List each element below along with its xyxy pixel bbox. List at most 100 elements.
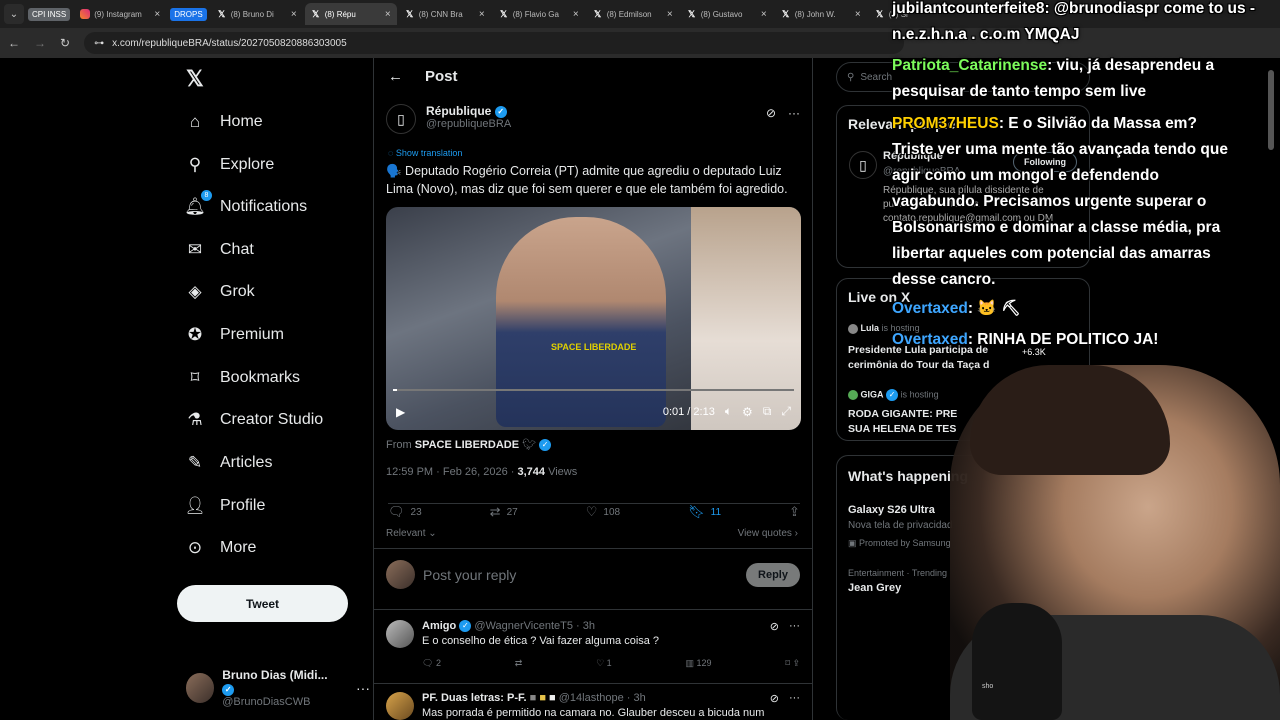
trend-title[interactable]: Galaxy S26 Ultra bbox=[848, 504, 935, 516]
settings-icon[interactable]: ⚙ bbox=[742, 405, 753, 419]
video-player[interactable]: SPACE LIBERDADE ▶ 0:01 / 2:13 🔈︎ ⚙ ⧉ ⤢ bbox=[386, 207, 801, 430]
video-source-name[interactable]: SPACE LIBERDADE bbox=[415, 439, 519, 451]
reply-author-handle[interactable]: @14lasthope · 3h bbox=[559, 692, 646, 704]
account-switcher[interactable]: Bruno Dias (Midi... ✓ @BrunoDiasCWB ··· bbox=[186, 668, 370, 708]
grok-icon[interactable]: ⊘ bbox=[770, 620, 779, 633]
pip-icon[interactable]: ⧉ bbox=[763, 404, 772, 419]
post-author[interactable]: ▯ République ✓ @republiqueBRA bbox=[386, 104, 511, 134]
like-action[interactable]: ♡ 108 bbox=[586, 504, 620, 520]
address-bar[interactable]: ⊶ x.com/republiqueBRA/status/20270508208… bbox=[84, 32, 905, 54]
more-icon[interactable]: ··· bbox=[789, 692, 800, 705]
repost-action[interactable]: ⇄ 27 bbox=[490, 504, 518, 520]
more-icon[interactable]: ··· bbox=[356, 680, 370, 696]
share-icon: ⇪ bbox=[792, 658, 800, 668]
tweet-button[interactable]: Tweet bbox=[177, 585, 348, 622]
nav-notifications[interactable]: 🔔︎ 8 Notifications bbox=[184, 188, 307, 226]
more-icon[interactable]: ··· bbox=[789, 620, 800, 633]
author-handle[interactable]: @republiqueBRA bbox=[426, 118, 511, 130]
nav-premium[interactable]: ✪ Premium bbox=[184, 316, 284, 354]
reply-input[interactable]: Post your reply bbox=[423, 567, 738, 583]
bookmark-action[interactable]: ⌑ ⇪ bbox=[785, 658, 800, 669]
chevron-right-icon: › bbox=[794, 528, 798, 539]
x-icon: 𝕏 bbox=[594, 9, 602, 19]
close-tab-icon[interactable]: × bbox=[573, 9, 579, 20]
close-tab-icon[interactable]: × bbox=[291, 9, 297, 20]
nav-grok[interactable]: ◈ Grok bbox=[184, 273, 254, 311]
reply-action[interactable]: 🗨︎ 23 bbox=[388, 504, 422, 520]
tab-list-button[interactable]: ⌄ bbox=[4, 4, 24, 24]
reply-text: E o conselho de ética ? Vai fazer alguma… bbox=[422, 635, 660, 647]
live-host-name[interactable]: Lula bbox=[861, 323, 880, 333]
bookmark-action[interactable]: 🔖︎ 11 bbox=[688, 504, 721, 520]
volume-icon[interactable]: 🔈︎ bbox=[725, 404, 732, 419]
left-sidebar: 𝕏 ⌂ Home ⚲ Explore 🔔︎ 8 Notifications ✉ C… bbox=[170, 58, 370, 720]
browser-tab-bruno[interactable]: 𝕏 (8) Bruno Di × bbox=[211, 3, 303, 25]
nav-chat[interactable]: ✉ Chat bbox=[184, 231, 254, 269]
back-arrow-icon[interactable]: ← bbox=[388, 68, 403, 85]
close-tab-icon[interactable]: × bbox=[667, 9, 673, 20]
tab-group-pill-drops[interactable]: DROPS bbox=[170, 7, 207, 21]
browser-tab-john[interactable]: 𝕏 (8) John W. × bbox=[775, 3, 867, 25]
view-quotes-link[interactable]: View quotes › bbox=[738, 528, 798, 539]
reload-icon[interactable]: ↻ bbox=[60, 36, 70, 50]
more-icon[interactable]: ··· bbox=[788, 106, 800, 120]
nav-creator-studio[interactable]: ⚗ Creator Studio bbox=[184, 401, 323, 439]
forward-icon[interactable]: → bbox=[34, 36, 46, 50]
reply-avatar[interactable] bbox=[386, 692, 414, 720]
views-action[interactable]: ▥ 129 bbox=[685, 658, 711, 669]
reply-button[interactable]: Reply bbox=[746, 562, 800, 587]
tab-group-pill-cpi[interactable]: CPI INSS bbox=[28, 7, 71, 21]
reply-avatar[interactable] bbox=[386, 620, 414, 648]
nav-more[interactable]: ⊙ More bbox=[184, 529, 257, 567]
browser-tab-cnn[interactable]: 𝕏 (8) CNN Bra × bbox=[399, 3, 491, 25]
author-avatar[interactable]: ▯ bbox=[386, 104, 416, 134]
reply-item[interactable]: PF. Duas letras: P-F. ■ ■ ■ @14lasthope … bbox=[386, 692, 800, 720]
reply-author-name[interactable]: PF. Duas letras: P-F. bbox=[422, 692, 527, 704]
fullscreen-icon[interactable]: ⤢ bbox=[781, 404, 791, 419]
browser-tab-gustavo[interactable]: 𝕏 (8) Gustavo × bbox=[681, 3, 773, 25]
trend-category: Entertainment · Trending bbox=[848, 568, 948, 578]
repost-action[interactable]: ⇄ bbox=[515, 658, 523, 669]
browser-tab-republique[interactable]: 𝕏 (8) Répu × bbox=[304, 3, 397, 25]
back-icon[interactable]: ← bbox=[8, 36, 20, 50]
reply-author-handle[interactable]: @WagnerVicenteT5 · 3h bbox=[474, 620, 595, 632]
show-translation-link[interactable]: ◌ Show translation bbox=[388, 148, 462, 158]
live-host-avatar bbox=[848, 390, 858, 400]
video-progress-bar[interactable] bbox=[393, 389, 794, 391]
more-circle-icon: ⊙ bbox=[187, 538, 203, 557]
close-tab-icon[interactable]: × bbox=[761, 9, 767, 20]
play-icon[interactable]: ▶ bbox=[396, 405, 405, 419]
chat-message: Triste ver uma mente tão avançada tendo … bbox=[892, 137, 1242, 293]
close-tab-icon[interactable]: × bbox=[385, 9, 391, 20]
nav-explore[interactable]: ⚲ Explore bbox=[184, 146, 274, 184]
trend-subtitle: Nova tela de privacidad bbox=[848, 520, 953, 531]
reply-sort-dropdown[interactable]: Relevant ⌄ bbox=[386, 528, 437, 539]
browser-tab-flavio[interactable]: 𝕏 (8) Flavio Ga × bbox=[493, 3, 585, 25]
divider bbox=[374, 609, 812, 610]
live-host-name[interactable]: GIGA bbox=[861, 389, 884, 399]
x-logo-icon[interactable]: 𝕏 bbox=[186, 66, 204, 92]
grok-icon[interactable]: ⊘ bbox=[766, 106, 776, 120]
site-info-icon[interactable]: ⊶ bbox=[94, 38, 104, 49]
nav-articles[interactable]: ✎ Articles bbox=[184, 444, 273, 482]
nav-bookmarks[interactable]: ⌑ Bookmarks bbox=[184, 359, 300, 397]
like-action[interactable]: ♡ 1 bbox=[596, 658, 612, 669]
trend-title[interactable]: Jean Grey bbox=[848, 582, 901, 594]
reply-author-name[interactable]: Amigo bbox=[422, 620, 456, 632]
post-timestamp[interactable]: 12:59 PM · Feb 26, 2026 · bbox=[386, 466, 514, 478]
reply-item[interactable]: Amigo ✓ @WagnerVicenteT5 · 3h ⊘ ··· E o c… bbox=[386, 620, 800, 680]
close-tab-icon[interactable]: × bbox=[855, 9, 861, 20]
author-name[interactable]: République bbox=[426, 104, 491, 118]
author-avatar[interactable]: ▯ bbox=[849, 151, 877, 179]
nav-home[interactable]: ⌂ Home bbox=[184, 103, 263, 141]
nav-profile[interactable]: 👤︎ Profile bbox=[184, 487, 265, 525]
grok-icon[interactable]: ⊘ bbox=[770, 692, 779, 705]
browser-tab-instagram[interactable]: (9) Instagram × bbox=[74, 3, 166, 25]
close-tab-icon[interactable]: × bbox=[154, 9, 160, 20]
chat-message: Overtaxed: RINHA DE POLITICO JA! bbox=[892, 327, 1280, 353]
bar-chart-icon: ▥ bbox=[685, 658, 694, 668]
browser-tab-edmilson[interactable]: 𝕏 (8) Edmilson × bbox=[587, 3, 679, 25]
close-tab-icon[interactable]: × bbox=[479, 9, 485, 20]
share-action[interactable]: ⇪ bbox=[789, 504, 800, 520]
reply-action[interactable]: 🗨︎ 2 bbox=[422, 658, 441, 669]
